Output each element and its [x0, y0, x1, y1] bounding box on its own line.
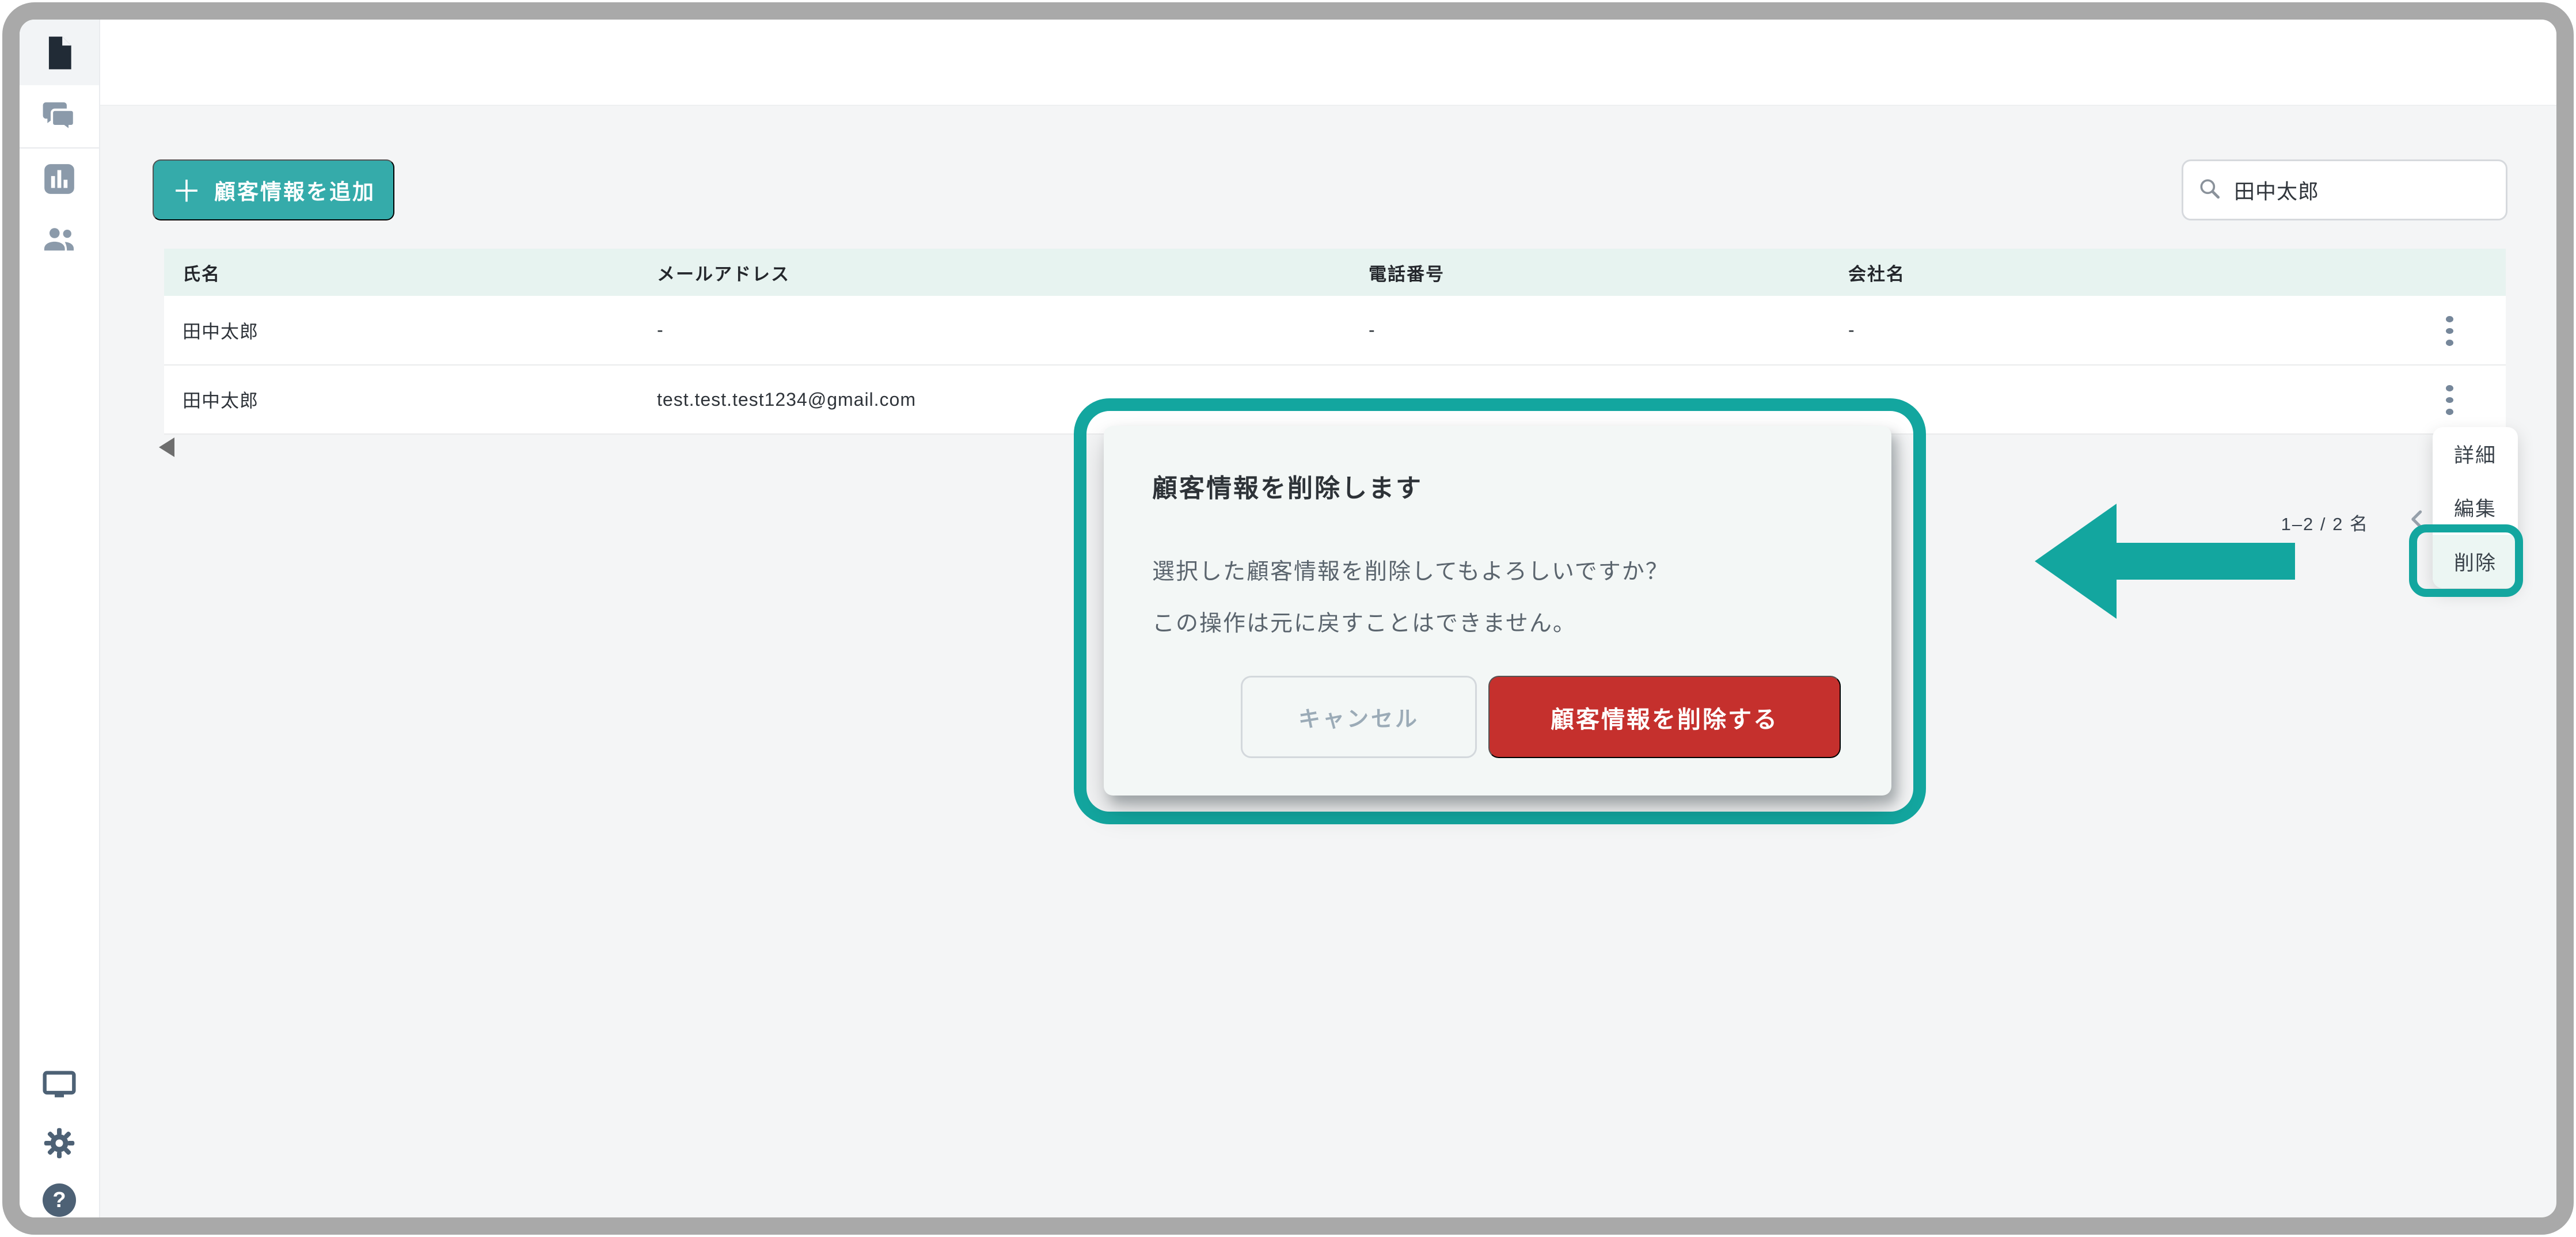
dialog-body-line: 選択した顧客情報を削除してもよろしいですか？: [1152, 554, 1669, 586]
table-row[interactable]: 田中太郎 - - -: [164, 296, 2506, 366]
gear-icon: [42, 1126, 77, 1163]
cell-email: -: [657, 296, 664, 364]
top-bar: [100, 20, 2556, 106]
sidebar-item-settings[interactable]: [20, 1127, 99, 1162]
add-customer-label: 顧客情報を追加: [214, 174, 375, 205]
column-header-name: 氏名: [183, 249, 221, 296]
cell-name: 田中太郎: [183, 366, 259, 433]
dialog-body-line: この操作は元に戻すことはできません。: [1152, 606, 1576, 638]
column-header-phone: 電話番号: [1369, 249, 1445, 296]
table-header-row: 氏名 メールアドレス 電話番号 会社名: [164, 249, 2506, 296]
search-input[interactable]: [2233, 177, 2492, 203]
column-header-company: 会社名: [1848, 249, 1905, 296]
add-customer-button[interactable]: ＋ 顧客情報を追加: [153, 159, 394, 220]
row-actions-menu-button[interactable]: [2437, 382, 2462, 418]
confirm-delete-button[interactable]: 顧客情報を削除する: [1488, 676, 1841, 758]
menu-item-details[interactable]: 詳細: [2433, 427, 2518, 481]
sidebar-item-help[interactable]: ?: [20, 1183, 99, 1217]
sidebar-item-users[interactable]: [20, 222, 99, 259]
people-icon: [40, 220, 78, 261]
search-icon: [2197, 176, 2222, 204]
chat-icon: [41, 98, 77, 136]
plus-icon: ＋: [172, 168, 202, 211]
sidebar-item-devices[interactable]: [20, 1068, 99, 1104]
cell-name: 田中太郎: [183, 296, 259, 364]
monitor-icon: [41, 1067, 78, 1106]
app-root: ? 顧客一覧 テ太 テスト 太郎 受付可能 ＋ 顧客情報を追加 氏名 メールアド…: [20, 20, 2556, 1217]
dialog-title: 顧客情報を削除します: [1152, 467, 1423, 504]
cancel-button[interactable]: キャンセル: [1241, 676, 1477, 758]
browser-frame: ? 顧客一覧 テ太 テスト 太郎 受付可能 ＋ 顧客情報を追加 氏名 メールアド…: [2, 2, 2574, 1235]
cell-phone: -: [1369, 296, 1376, 364]
search-box: [2182, 159, 2507, 220]
cell-company: -: [1848, 296, 1855, 364]
annotation-highlight-delete: [2409, 524, 2523, 597]
sidebar-divider: [20, 147, 99, 149]
sidebar: ?: [20, 20, 100, 1217]
sidebar-item-chat[interactable]: [20, 99, 99, 135]
sidebar-item-customers[interactable]: [20, 36, 99, 73]
cell-email: test.test.test1234@gmail.com: [657, 366, 916, 433]
table-scroll-indicator-icon: [159, 437, 174, 457]
column-header-email: メールアドレス: [657, 249, 790, 296]
annotation-arrow-icon: [2030, 484, 2301, 642]
help-icon: ?: [43, 1183, 76, 1217]
row-actions-menu-button[interactable]: [2437, 313, 2462, 349]
document-icon: [41, 35, 77, 74]
sidebar-item-analytics[interactable]: [20, 162, 99, 198]
bar-chart-icon: [41, 161, 77, 200]
